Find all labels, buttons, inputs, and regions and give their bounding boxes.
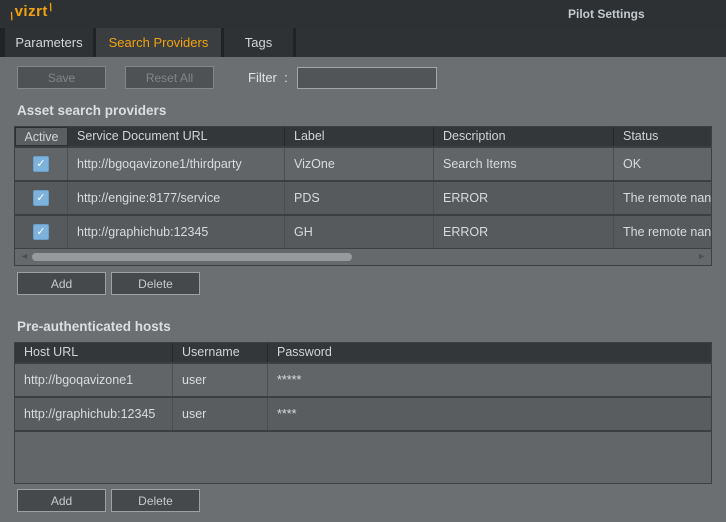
asset-providers-table: Active Service Document URL Label Descri… [14, 126, 712, 266]
save-button[interactable]: Save [17, 66, 106, 89]
hosts-heading: Pre-authenticated hosts [17, 319, 712, 334]
table-row[interactable]: ✓ http://engine:8177/service PDS ERROR T… [15, 180, 711, 214]
tab-bar-filler [296, 28, 726, 57]
filter-input[interactable] [297, 67, 437, 89]
label-cell: GH [285, 216, 434, 248]
toolbar: Save Reset All Filter : [14, 66, 712, 89]
asset-providers-header-row: Active Service Document URL Label Descri… [15, 127, 711, 146]
hosts-header-row: Host URL Username Password [15, 343, 711, 362]
table-row[interactable]: http://bgoqavizone1 user ***** [15, 362, 711, 396]
active-checkbox[interactable]: ✓ [33, 156, 49, 172]
description-cell: ERROR [434, 216, 614, 248]
label-cell: VizOne [285, 148, 434, 180]
tab-search-providers[interactable]: Search Providers [96, 28, 221, 57]
active-cell: ✓ [15, 216, 68, 248]
active-cell: ✓ [15, 148, 68, 180]
username-cell: user [173, 398, 268, 430]
service-url-cell: http://graphichub:12345 [68, 216, 285, 248]
filter-label: Filter : [248, 70, 288, 85]
tab-tags[interactable]: Tags [224, 28, 293, 57]
asset-providers-buttons: Add Delete [14, 272, 712, 295]
vizrt-logo: \vizrt\ [10, 3, 52, 20]
scroll-left-icon[interactable]: ◄ [20, 251, 29, 261]
tab-parameters[interactable]: Parameters [5, 28, 93, 57]
column-header-host-url[interactable]: Host URL [15, 343, 173, 362]
column-header-active[interactable]: Active [15, 127, 68, 146]
asset-providers-heading: Asset search providers [17, 103, 712, 118]
service-url-cell: http://bgoqavizone1/thirdparty [68, 148, 285, 180]
username-cell: user [173, 364, 268, 396]
service-url-cell: http://engine:8177/service [68, 182, 285, 214]
horizontal-scrollbar[interactable]: ◄ ► [15, 248, 711, 265]
description-cell: Search Items [434, 148, 614, 180]
table-row[interactable]: http://graphichub:12345 user **** [15, 396, 711, 430]
add-host-button[interactable]: Add [17, 489, 106, 512]
scrollbar-thumb[interactable] [32, 253, 352, 261]
description-cell: ERROR [434, 182, 614, 214]
column-header-username[interactable]: Username [173, 343, 268, 362]
window-title: Pilot Settings [568, 7, 645, 21]
logo-right-mark-icon: \ [48, 2, 53, 14]
label-cell: PDS [285, 182, 434, 214]
top-bar: \vizrt\ Pilot Settings [0, 0, 726, 28]
hosts-buttons: Add Delete [14, 489, 712, 512]
column-header-description[interactable]: Description [434, 127, 614, 146]
host-url-cell: http://bgoqavizone1 [15, 364, 173, 396]
delete-provider-button[interactable]: Delete [111, 272, 200, 295]
check-icon: ✓ [36, 226, 45, 238]
active-cell: ✓ [15, 182, 68, 214]
table-row[interactable]: ✓ http://bgoqavizone1/thirdparty VizOne … [15, 146, 711, 180]
check-icon: ✓ [36, 192, 45, 204]
column-header-status[interactable]: Status [614, 127, 711, 146]
settings-panel: Save Reset All Filter : Asset search pro… [0, 66, 726, 512]
status-cell: OK [614, 148, 711, 180]
tab-bar: Parameters Search Providers Tags [0, 28, 726, 57]
status-cell: The remote nan [614, 216, 711, 248]
active-checkbox[interactable]: ✓ [33, 224, 49, 240]
password-cell: **** [268, 398, 711, 430]
logo-text: vizrt [15, 3, 48, 20]
password-cell: ***** [268, 364, 711, 396]
table-row[interactable]: ✓ http://graphichub:12345 GH ERROR The r… [15, 214, 711, 248]
column-header-password[interactable]: Password [268, 343, 711, 362]
reset-all-button[interactable]: Reset All [125, 66, 214, 89]
add-provider-button[interactable]: Add [17, 272, 106, 295]
delete-host-button[interactable]: Delete [111, 489, 200, 512]
hosts-table-empty-area [15, 430, 711, 483]
column-header-label[interactable]: Label [285, 127, 434, 146]
column-header-service-document-url[interactable]: Service Document URL [68, 127, 285, 146]
hosts-table: Host URL Username Password http://bgoqav… [14, 342, 712, 484]
host-url-cell: http://graphichub:12345 [15, 398, 173, 430]
scroll-right-icon[interactable]: ► [697, 251, 706, 261]
active-checkbox[interactable]: ✓ [33, 190, 49, 206]
check-icon: ✓ [36, 158, 45, 170]
status-cell: The remote nan [614, 182, 711, 214]
